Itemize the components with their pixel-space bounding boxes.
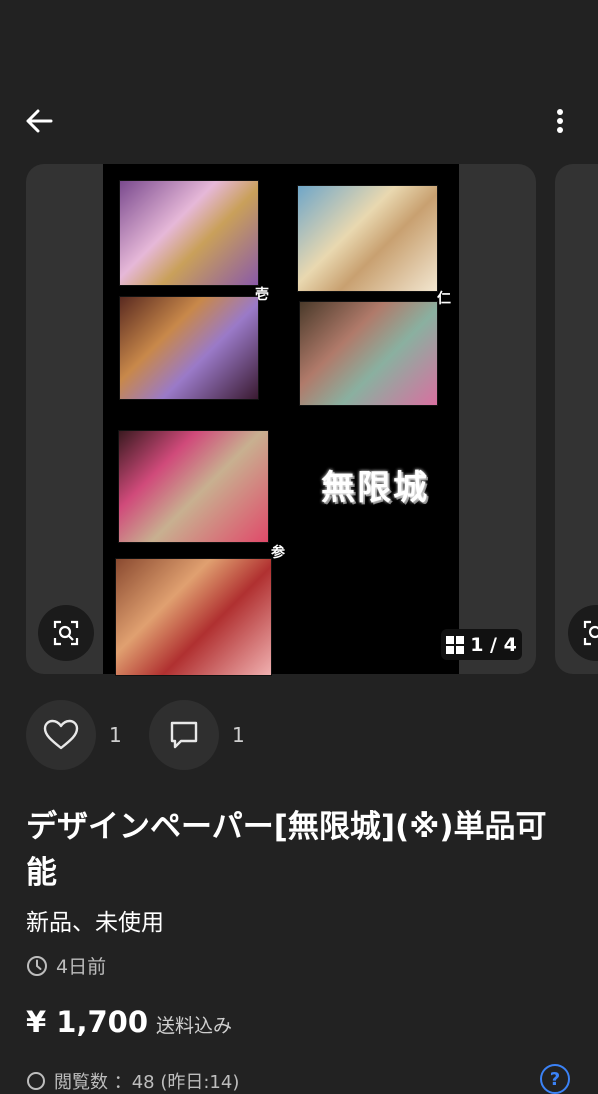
photo-thumb-hall-flowers (299, 301, 438, 406)
arrow-left-icon (26, 109, 53, 133)
posted-time: 4日前 (26, 952, 106, 979)
price: ¥ 1,700 (26, 1005, 149, 1039)
comment-icon (170, 721, 198, 749)
photo-thumb-castle-purple (119, 180, 259, 286)
shipping-included: 送料込み (156, 1015, 233, 1037)
back-button[interactable] (18, 100, 60, 142)
posted-time-text: 4日前 (56, 956, 107, 978)
grid-icon (446, 635, 465, 654)
image-search-button[interactable] (38, 605, 94, 661)
help-button[interactable]: ? (540, 1064, 570, 1094)
image-search-icon (53, 620, 79, 646)
more-menu-button[interactable] (540, 100, 580, 142)
pager-text: 1 / 4 (470, 633, 517, 656)
like-button[interactable] (26, 700, 96, 770)
poster-title: 無限城 (321, 468, 429, 508)
comment-button[interactable] (149, 700, 219, 770)
view-count-row: 閲覧数 ：48 (昨日:14) (26, 1068, 239, 1094)
photo-thumb-castle-gold (297, 185, 438, 292)
product-photo: 壱 仁 参 無限城 (103, 164, 459, 676)
price-row: ¥ 1,700 送料込み (26, 1005, 232, 1039)
thumb-label-2: 仁 (437, 291, 451, 307)
product-condition: 新品、未使用 (26, 910, 164, 936)
heart-icon (43, 719, 79, 750)
next-image-card-peek[interactable] (555, 164, 598, 674)
image-pager: 1 / 4 (441, 629, 522, 660)
photo-thumb-hall-dark (119, 296, 259, 400)
help-icon: ? (549, 1068, 561, 1090)
more-vertical-icon (557, 109, 563, 133)
clock-icon (27, 955, 47, 976)
photo-thumb-castle-peony (118, 430, 269, 543)
comment-count: 1 (232, 723, 245, 747)
view-count: 閲覧数 ：48 (昨日:14) (54, 1072, 240, 1093)
product-title: デザインペーパー[無限城](※)単品可能 (26, 809, 547, 891)
image-search-icon (583, 620, 598, 646)
like-count: 1 (109, 723, 122, 747)
thumb-label-3: 参 (271, 545, 285, 561)
photo-thumb-hall-red (115, 558, 272, 676)
eye-icon (27, 1072, 45, 1090)
thumb-label-1: 壱 (255, 287, 269, 303)
